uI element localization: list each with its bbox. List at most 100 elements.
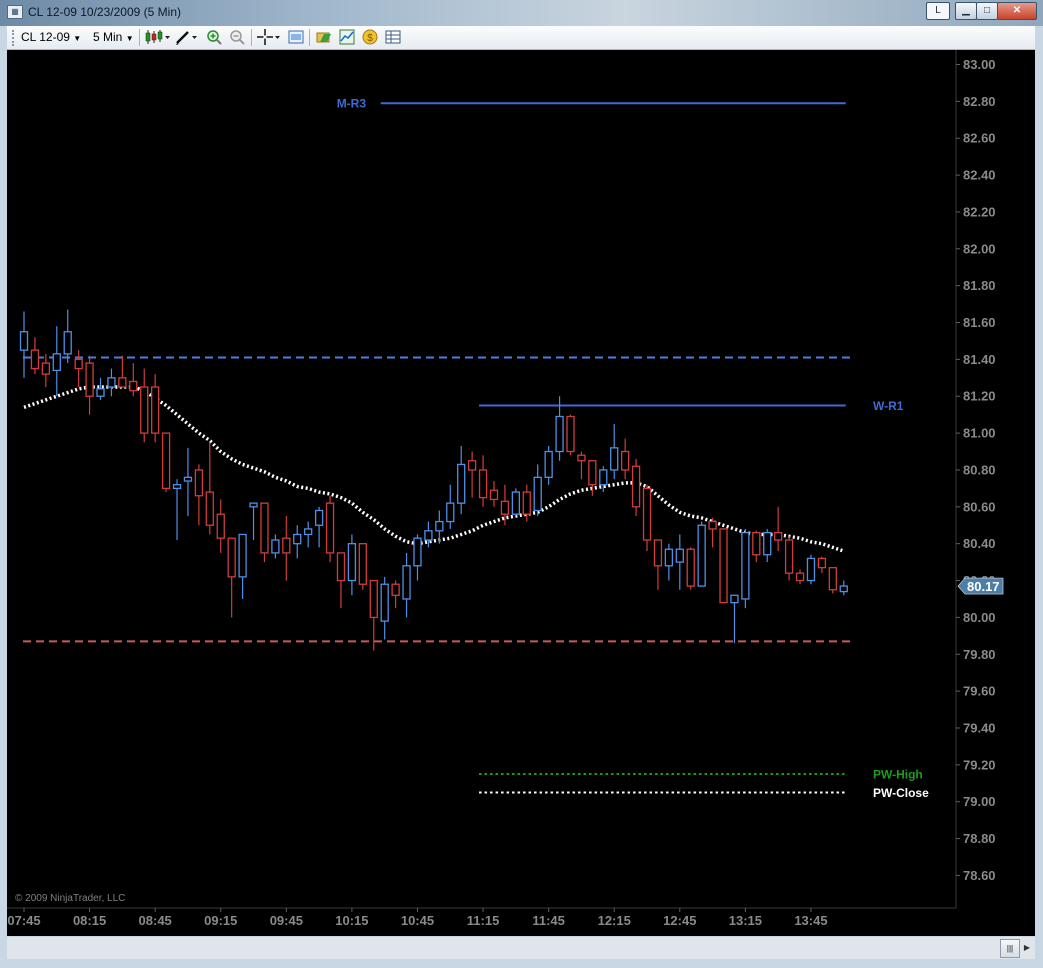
candle-body-down <box>129 380 138 392</box>
candle-body-down <box>828 566 837 591</box>
level-label-pw-high: PW-High <box>873 768 923 782</box>
candle-body-down <box>588 460 597 486</box>
minimize-button[interactable]: ▁ <box>955 2 977 20</box>
interval-label: 5 Min <box>93 30 123 44</box>
y-tick-label: 81.00 <box>963 426 996 441</box>
candle-body-down <box>817 557 827 569</box>
candle-body-down <box>708 520 717 530</box>
y-tick-label: 78.60 <box>963 868 996 883</box>
instrument-label: CL 12-09 <box>21 30 70 44</box>
y-tick-label: 79.00 <box>963 794 996 809</box>
candle-body-up <box>446 502 455 523</box>
price-chart[interactable]: M-R3 W-R1 PW-High PW-Close 83.00 82.80 82.60 8… <box>7 50 1035 936</box>
candle-body-up <box>96 388 105 397</box>
x-tick-label: 13:15 <box>729 913 762 928</box>
table-icon[interactable] <box>385 29 401 45</box>
interval-dropdown[interactable]: 5 Min ▼ <box>93 30 134 44</box>
pencil-icon[interactable] <box>175 29 201 45</box>
candle-body-up <box>806 557 816 582</box>
y-tick-label: 82.00 <box>963 241 996 256</box>
x-tick-label: 09:15 <box>204 913 237 928</box>
candle-body-up <box>533 476 542 512</box>
x-tick-label: 13:45 <box>794 913 827 928</box>
crosshair-icon[interactable] <box>257 29 283 45</box>
candle-body-up <box>664 548 674 567</box>
scroll-thumb[interactable]: ||| <box>1000 939 1020 958</box>
candle-body-down <box>118 377 127 388</box>
candle-body-down <box>74 358 83 370</box>
candle-body-up <box>293 533 302 545</box>
horizontal-scrollbar[interactable]: ||| ▶ <box>7 937 1035 959</box>
toolbar-separator <box>139 29 140 46</box>
candle-body-up <box>599 469 608 486</box>
y-tick-label: 80.00 <box>963 610 996 625</box>
toolbar-grip[interactable] <box>12 30 17 46</box>
title-bar[interactable]: ▦ CL 12-09 10/23/2009 (5 Min) L ▁ □ ✕ <box>0 0 1043 26</box>
y-tick-label: 80.60 <box>963 499 996 514</box>
toolbar-separator <box>309 29 310 46</box>
y-tick-label: 81.20 <box>963 389 996 404</box>
instrument-dropdown[interactable]: CL 12-09 ▼ <box>21 30 81 44</box>
toolbar-separator <box>251 29 252 46</box>
chart-window: ▦ CL 12-09 10/23/2009 (5 Min) L ▁ □ ✕ CL… <box>0 0 1043 968</box>
candle-body-down <box>358 543 367 585</box>
y-tick-label: 79.60 <box>963 684 996 699</box>
maximize-button[interactable]: □ <box>976 2 998 20</box>
candle-body-down <box>161 432 171 490</box>
candle-body-up <box>544 450 553 478</box>
candle-body-up <box>183 476 193 482</box>
candle-body-down <box>752 531 761 556</box>
x-tick-label: 10:45 <box>401 913 434 928</box>
candle-body-down <box>336 552 346 582</box>
candle-body-up <box>314 509 324 526</box>
chart-trader-icon[interactable] <box>339 29 355 45</box>
candle-body-down <box>522 491 531 515</box>
candle-body-up <box>457 463 466 504</box>
chevron-down-icon: ▼ <box>73 34 82 43</box>
y-tick-label: 79.40 <box>963 720 996 735</box>
close-button[interactable]: ✕ <box>997 2 1037 20</box>
candlestick-icon[interactable] <box>145 29 171 45</box>
candle-body-up <box>249 502 258 508</box>
candle-body-up <box>172 484 182 490</box>
candle-body-down <box>282 537 291 554</box>
candle-body-down <box>151 386 160 434</box>
candle-body-up <box>347 543 357 582</box>
candle-body-down <box>566 415 575 453</box>
candle-body-down <box>774 531 783 541</box>
candle-body-down <box>642 487 652 541</box>
candle-body-down <box>227 537 236 578</box>
candle-body-down <box>621 450 630 471</box>
candle-body-down <box>784 539 794 574</box>
y-tick-label: 81.80 <box>963 278 996 293</box>
candle-body-down <box>653 539 663 567</box>
x-tick-label: 11:45 <box>532 913 565 928</box>
y-tick-label: 80.40 <box>963 536 996 551</box>
x-tick-label: 11:15 <box>467 913 500 928</box>
candle-body-up <box>839 585 848 593</box>
level-label-m-r3: M-R3 <box>337 97 367 111</box>
candle-body-down <box>369 579 378 619</box>
candle-body-down <box>30 349 40 370</box>
lock-button[interactable]: L <box>926 2 950 20</box>
candle-body-up <box>413 537 422 567</box>
candle-body-down <box>41 362 51 375</box>
x-tick-label: 08:45 <box>139 913 172 928</box>
candle-body-down <box>478 469 488 499</box>
x-tick-label: 10:15 <box>335 913 368 928</box>
zoom-in-icon[interactable] <box>206 29 222 45</box>
zoom-out-icon[interactable] <box>229 29 245 45</box>
properties-icon[interactable] <box>288 29 304 45</box>
scroll-right-arrow-icon[interactable]: ▶ <box>1021 939 1033 956</box>
candle-body-up <box>238 533 247 578</box>
candle-body-up <box>402 565 411 600</box>
coin-icon[interactable]: $ <box>362 29 378 45</box>
candle-body-up <box>763 531 772 556</box>
candle-body-down <box>631 465 641 508</box>
y-tick-label: 79.20 <box>963 757 996 772</box>
svg-text:$: $ <box>367 33 373 44</box>
folder-icon[interactable] <box>316 29 332 45</box>
chart-canvas[interactable]: M-R3 W-R1 PW-High PW-Close 83.00 82.80 82.60 8… <box>7 50 1035 936</box>
y-tick-label: 81.40 <box>963 352 996 367</box>
candle-body-up <box>304 528 313 536</box>
